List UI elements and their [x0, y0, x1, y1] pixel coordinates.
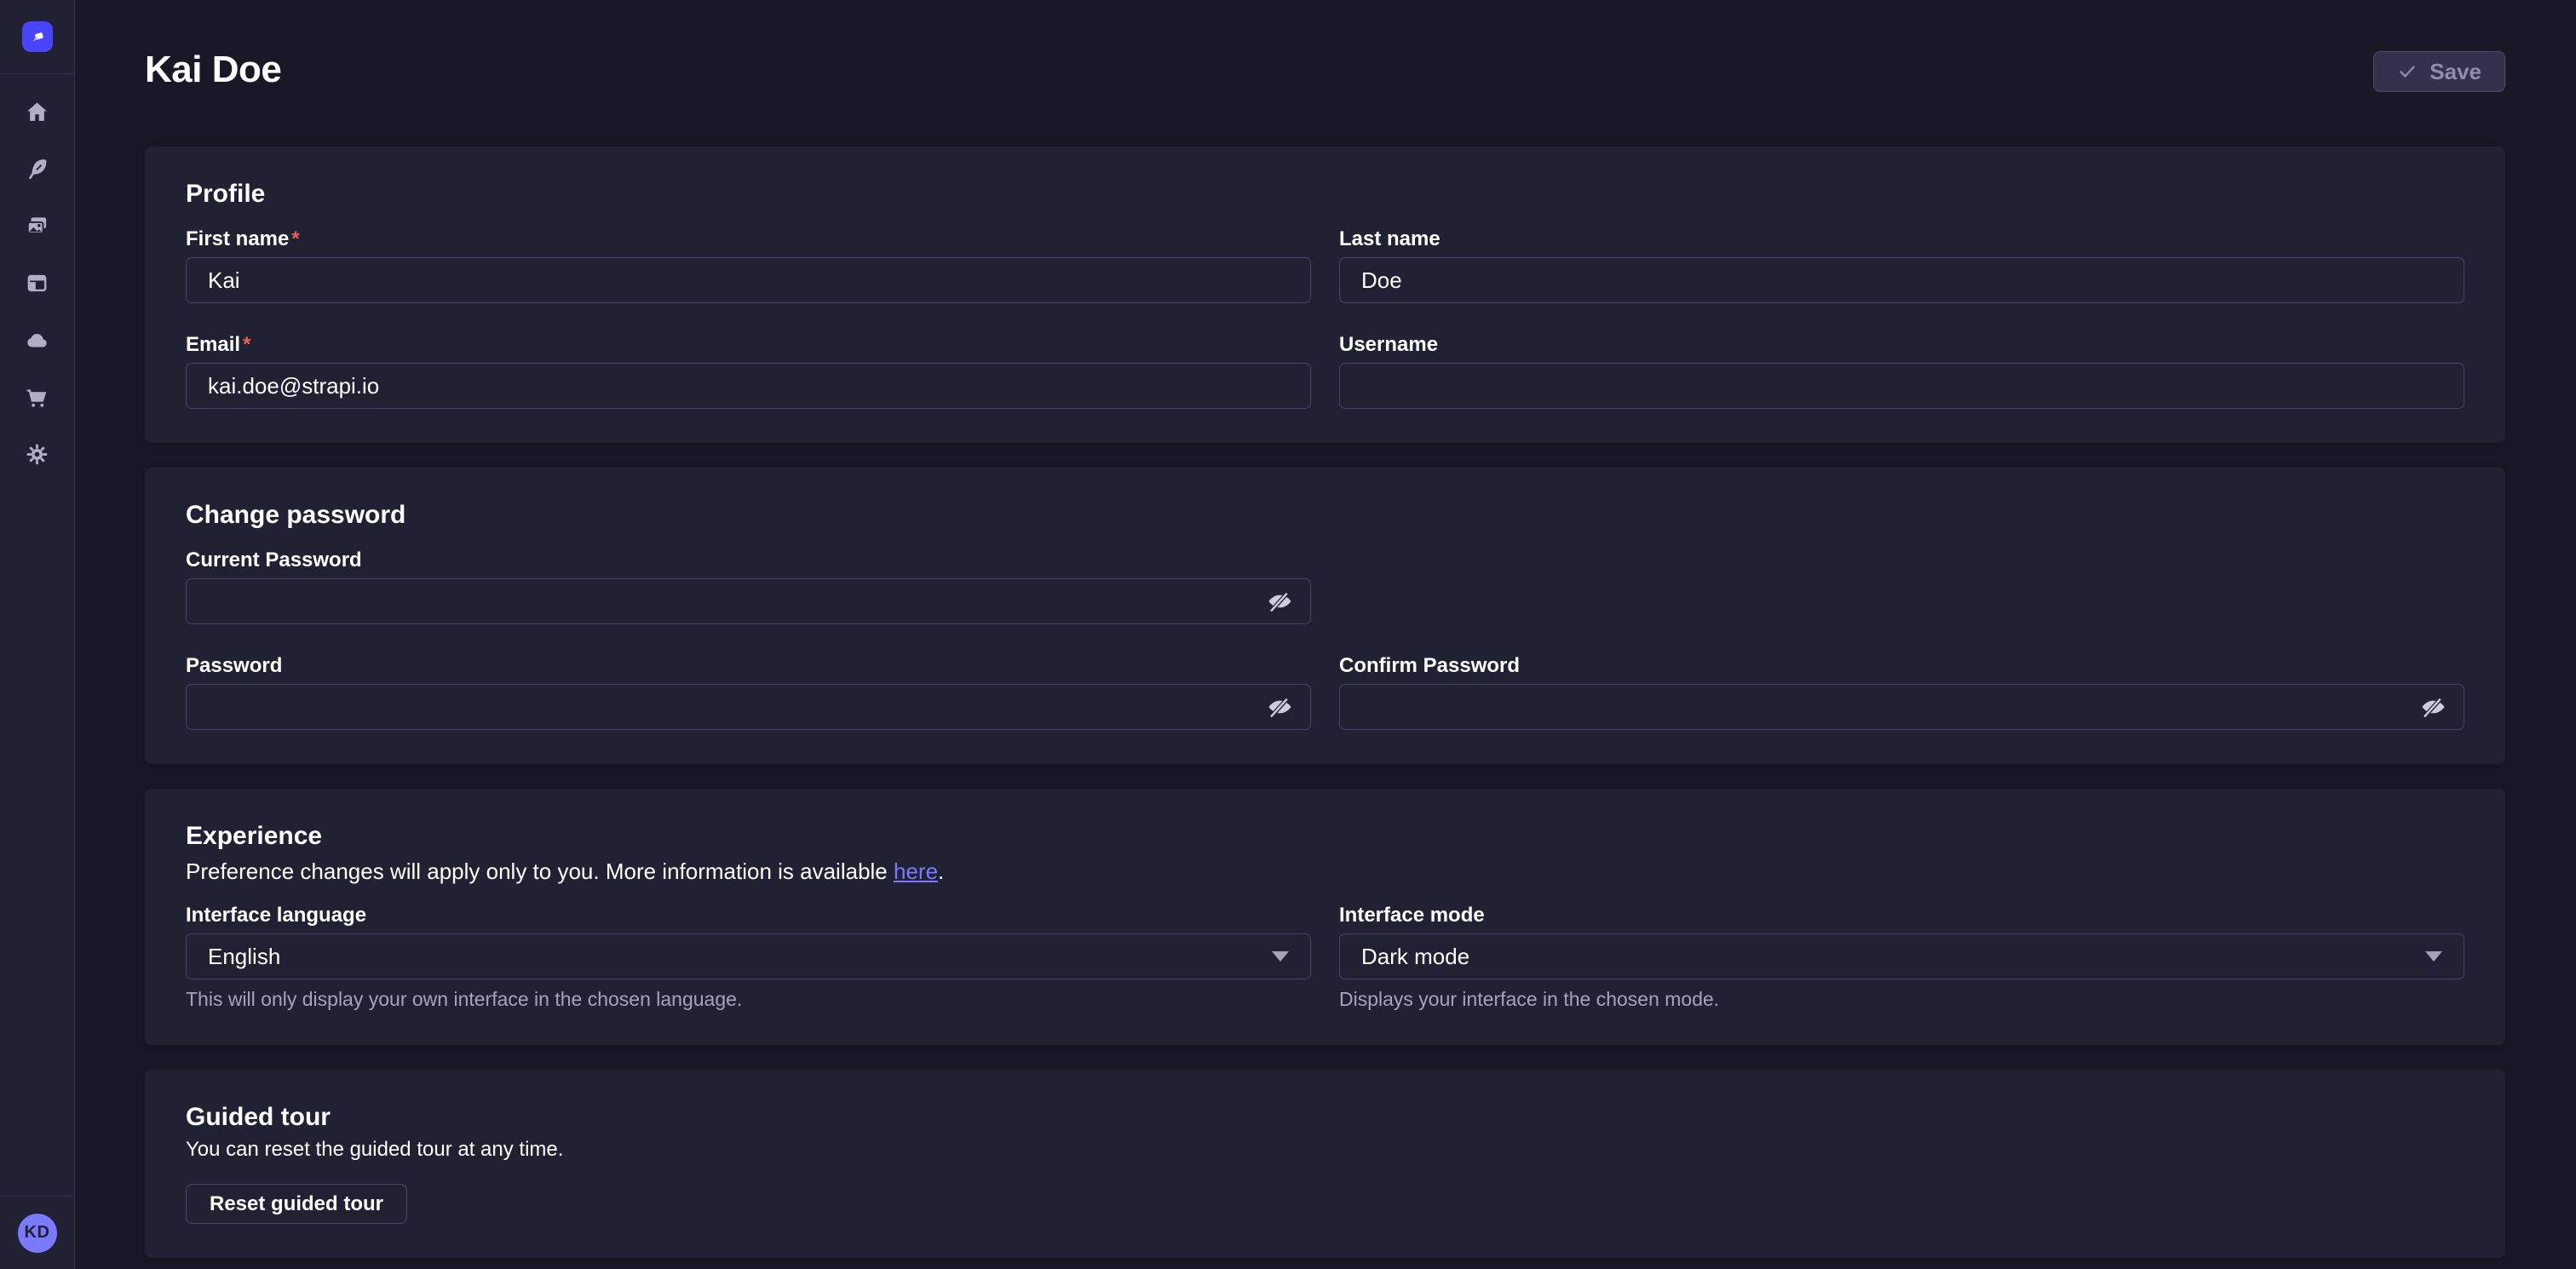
profile-card: Profile First name* Last name Email	[145, 146, 2505, 443]
sidebar-item-home[interactable]	[17, 93, 58, 134]
experience-grid: Interface language English This will onl…	[186, 904, 2464, 1011]
password-input-wrap	[186, 684, 1311, 730]
layout-icon	[25, 271, 49, 298]
current-password-label-text: Current Password	[186, 549, 362, 571]
save-button[interactable]: Save	[2373, 51, 2505, 92]
eye-off-icon	[2419, 693, 2447, 721]
sidebar: KD	[0, 0, 75, 1269]
main-area: Kai Doe Save Profile First name* La	[75, 0, 2576, 1269]
images-icon	[25, 214, 49, 241]
profile-grid: First name* Last name Email*	[186, 228, 2464, 409]
confirm-password-label: Confirm Password	[1339, 655, 2464, 677]
email-input[interactable]	[186, 363, 1311, 409]
home-icon	[25, 100, 49, 127]
guided-tour-card: Guided tour You can reset the guided tou…	[145, 1070, 2505, 1258]
interface-mode-value: Dark mode	[1361, 944, 1469, 970]
interface-mode-hint: Displays your interface in the chosen mo…	[1339, 987, 2464, 1011]
guided-tour-heading: Guided tour	[186, 1104, 2464, 1131]
interface-mode-select[interactable]: Dark mode	[1339, 933, 2464, 979]
first-name-field-group: First name*	[186, 228, 1311, 303]
content: Profile First name* Last name Email	[75, 146, 2576, 1269]
password-input[interactable]	[186, 684, 1311, 730]
password-label: Password	[186, 655, 1311, 677]
password-label-text: Password	[186, 655, 282, 677]
first-name-input[interactable]	[186, 257, 1311, 303]
sidebar-item-content-type-builder[interactable]	[17, 264, 58, 305]
confirm-password-label-text: Confirm Password	[1339, 655, 1520, 677]
username-label: Username	[1339, 334, 2464, 356]
check-icon	[2397, 61, 2418, 82]
sidebar-item-content-manager[interactable]	[17, 150, 58, 191]
logo-section	[0, 0, 74, 74]
strapi-logo-glyph	[28, 27, 47, 46]
toggle-confirm-password-visibility-button[interactable]	[2419, 693, 2447, 721]
interface-mode-field-group: Interface mode Dark mode Displays your i…	[1339, 904, 2464, 1011]
experience-heading: Experience	[186, 823, 2464, 850]
required-asterisk: *	[243, 334, 250, 356]
experience-description: Preference changes will apply only to yo…	[186, 858, 2464, 884]
current-password-label: Current Password	[186, 549, 1311, 571]
interface-language-hint: This will only display your own interfac…	[186, 987, 1311, 1011]
confirm-password-input[interactable]	[1339, 684, 2464, 730]
username-field-group: Username	[1339, 334, 2464, 409]
first-name-label-text: First name	[186, 228, 289, 250]
interface-mode-label: Interface mode	[1339, 904, 2464, 927]
save-button-label: Save	[2429, 59, 2481, 85]
experience-card: Experience Preference changes will apply…	[145, 789, 2505, 1045]
change-password-heading: Change password	[186, 502, 2464, 529]
chevron-down-icon	[1272, 951, 1289, 962]
interface-language-label-text: Interface language	[186, 904, 366, 927]
more-information-link[interactable]: here	[894, 858, 938, 884]
sidebar-item-settings[interactable]	[17, 435, 58, 476]
email-field-group: Email*	[186, 334, 1311, 409]
interface-language-value: English	[208, 944, 280, 970]
feather-icon	[25, 157, 49, 184]
reset-guided-tour-button[interactable]: Reset guided tour	[186, 1184, 407, 1224]
interface-language-select[interactable]: English	[186, 933, 1311, 979]
username-label-text: Username	[1339, 334, 1438, 356]
last-name-label: Last name	[1339, 228, 2464, 250]
sidebar-item-media-library[interactable]	[17, 207, 58, 248]
guided-tour-description: You can reset the guided tour at any tim…	[186, 1138, 2464, 1162]
interface-language-label: Interface language	[186, 904, 1311, 927]
current-password-input-wrap	[186, 578, 1311, 624]
gear-icon	[25, 442, 49, 469]
toggle-current-password-visibility-button[interactable]	[1266, 588, 1294, 616]
chevron-down-icon	[2425, 951, 2442, 962]
profile-heading: Profile	[186, 181, 2464, 208]
email-label: Email*	[186, 334, 1311, 356]
strapi-logo[interactable]	[22, 21, 53, 52]
current-password-field-group: Current Password	[186, 549, 1311, 624]
experience-description-text: Preference changes will apply only to yo…	[186, 858, 894, 884]
confirm-password-input-wrap	[1339, 684, 2464, 730]
password-grid: Current Password	[186, 549, 2464, 730]
sidebar-footer: KD	[0, 1196, 74, 1269]
cart-icon	[25, 385, 49, 412]
sidebar-item-marketplace[interactable]	[17, 378, 58, 419]
eye-off-icon	[1266, 588, 1294, 616]
toggle-password-visibility-button[interactable]	[1266, 693, 1294, 721]
last-name-field-group: Last name	[1339, 228, 2464, 303]
password-field-group: Password	[186, 655, 1311, 730]
sidebar-item-deploy[interactable]	[17, 321, 58, 362]
avatar[interactable]: KD	[18, 1214, 57, 1253]
interface-mode-label-text: Interface mode	[1339, 904, 1485, 927]
change-password-card: Change password Current Password	[145, 468, 2505, 764]
first-name-label: First name*	[186, 228, 1311, 250]
eye-off-icon	[1266, 693, 1294, 721]
email-label-text: Email	[186, 334, 240, 356]
interface-language-field-group: Interface language English This will onl…	[186, 904, 1311, 1011]
confirm-password-field-group: Confirm Password	[1339, 655, 2464, 730]
last-name-input[interactable]	[1339, 257, 2464, 303]
username-input[interactable]	[1339, 363, 2464, 409]
page-title: Kai Doe	[145, 48, 281, 92]
cloud-icon	[25, 328, 49, 355]
experience-description-period: .	[938, 858, 944, 884]
required-asterisk: *	[291, 228, 299, 250]
last-name-label-text: Last name	[1339, 228, 1440, 250]
current-password-input[interactable]	[186, 578, 1311, 624]
sidebar-nav	[17, 74, 58, 1196]
page-header: Kai Doe Save	[75, 0, 2576, 92]
